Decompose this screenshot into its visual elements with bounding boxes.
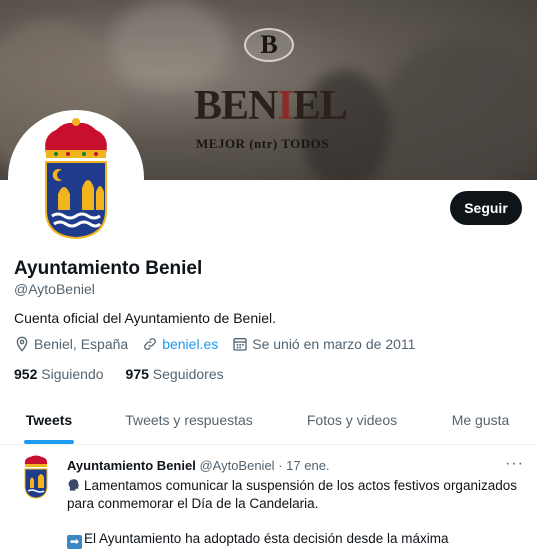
tweet-author-avatar[interactable] (18, 455, 54, 499)
tab-likes[interactable]: Me gusta (424, 396, 537, 444)
more-icon[interactable]: ··· (505, 455, 524, 473)
tweet-header: Ayuntamiento Beniel @AytoBeniel · 17 ene… (67, 458, 330, 473)
tweet-line: Lamentamos comunicar la suspensión de lo… (67, 478, 517, 511)
tab-label: Tweets (25, 412, 73, 428)
banner-logo-mark: B (244, 28, 294, 62)
tab-tweets-replies[interactable]: Tweets y respuestas (98, 396, 280, 444)
joined-text: Se unió en marzo de 2011 (252, 336, 416, 352)
tweet-paragraph: Lamentamos comunicar la suspensión de lo… (67, 477, 522, 513)
banner-tagline: MEJOR (ntr) TODOS (196, 136, 329, 151)
profile-tabs: Tweets Tweets y respuestas Fotos y video… (0, 396, 537, 445)
profile-avatar[interactable] (12, 114, 140, 242)
tab-label: Fotos y videos (306, 412, 398, 428)
speaking-head-icon (68, 479, 80, 491)
right-arrow-icon: ➡ (67, 535, 82, 549)
followers-label: Seguidores (152, 366, 224, 382)
followers-count: 975 (125, 366, 149, 382)
link-icon (144, 338, 157, 350)
follow-counts: 952 Siguiendo 975 Seguidores (14, 366, 246, 382)
tweet-paragraph: ➡ El Ayuntamiento ha adoptado ésta decisi… (67, 530, 522, 549)
tweet-text: Lamentamos comunicar la suspensión de lo… (67, 477, 522, 549)
tweet-separator: · (278, 458, 283, 473)
coat-of-arms-icon (45, 118, 107, 240)
banner-brand-text: BENIEL (194, 82, 348, 130)
tweet-item[interactable]: Ayuntamiento Beniel @AytoBeniel · 17 ene… (0, 445, 537, 549)
website-link[interactable]: beniel.es (162, 336, 218, 352)
location-text: Beniel, España (34, 336, 129, 352)
brand-part: EL (292, 83, 348, 129)
profile-joined: Se unió en marzo de 2011 (232, 336, 415, 352)
followers-link[interactable]: 975 Seguidores (126, 366, 224, 382)
profile-handle: @AytoBeniel (14, 281, 95, 297)
profile-meta: Beniel, España beniel.es Se unió en marz… (14, 336, 429, 352)
follow-button[interactable]: Seguir (450, 191, 522, 225)
tab-label: Tweets y respuestas (125, 412, 253, 428)
brand-part: I (277, 83, 293, 129)
following-count: 952 (14, 366, 38, 382)
profile-website[interactable]: beniel.es (142, 336, 218, 352)
following-link[interactable]: 952 Siguiendo (14, 366, 104, 382)
profile-name: Ayuntamiento Beniel (14, 258, 203, 279)
profile-bio: Cuenta oficial del Ayuntamiento de Benie… (14, 310, 277, 326)
tweet-author-handle[interactable]: @AytoBeniel (199, 458, 274, 473)
banner-photo-shape (110, 0, 230, 90)
active-tab-indicator (24, 440, 74, 444)
following-label: Siguiendo (41, 366, 104, 382)
calendar-icon (233, 338, 247, 351)
tweet-author-name[interactable]: Ayuntamiento Beniel (67, 458, 196, 473)
tab-media[interactable]: Fotos y videos (280, 396, 424, 444)
tab-label: Me gusta (451, 412, 510, 428)
profile-location: Beniel, España (14, 336, 128, 352)
brand-part: EN (221, 83, 278, 129)
banner-photo-shape (380, 40, 537, 180)
tweet-date[interactable]: 17 ene. (286, 458, 329, 473)
tab-tweets[interactable]: Tweets (0, 396, 98, 444)
location-icon (16, 336, 28, 352)
brand-part: B (194, 83, 222, 129)
